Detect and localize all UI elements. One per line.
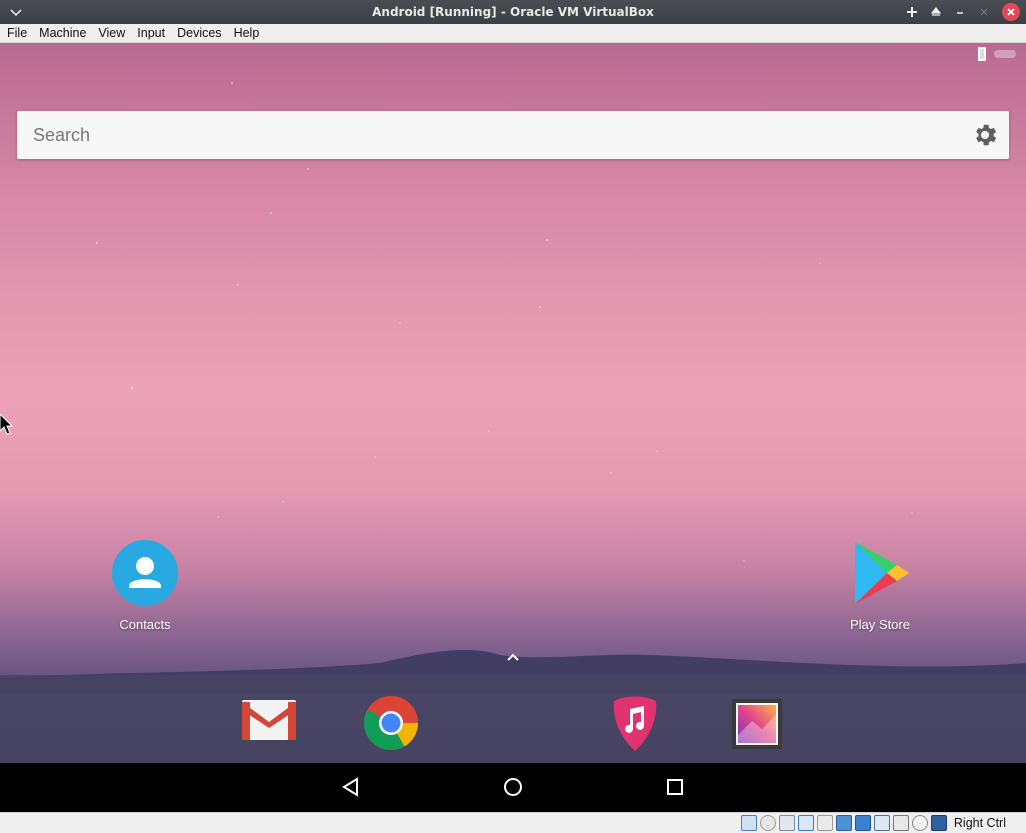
- mouse-integration-icon[interactable]: [911, 815, 928, 831]
- status-clock: [994, 50, 1016, 58]
- recent-apps-icon[interactable]: [663, 775, 687, 799]
- gear-icon[interactable]: [971, 121, 999, 149]
- mouse-cursor-icon: [0, 414, 14, 435]
- app-drawer-chevron-icon[interactable]: [505, 651, 521, 663]
- back-icon[interactable]: [339, 775, 363, 799]
- hard-disk-icon[interactable]: [740, 815, 757, 831]
- window-titlebar: Android [Running] - Oracle VM VirtualBox: [0, 0, 1026, 24]
- menu-help[interactable]: Help: [228, 24, 266, 43]
- minimize-button[interactable]: [950, 2, 970, 22]
- music-icon[interactable]: [606, 695, 664, 753]
- contacts-icon: [112, 540, 178, 606]
- vbox-status-bar: Right Ctrl: [0, 812, 1026, 833]
- menu-devices[interactable]: Devices: [171, 24, 227, 43]
- audio-icon[interactable]: [778, 815, 795, 831]
- display-icon[interactable]: [854, 815, 871, 831]
- android-status-bar: [978, 47, 1016, 61]
- search-bar[interactable]: Search: [17, 111, 1009, 159]
- play-store-icon: [855, 542, 909, 604]
- cpu-icon[interactable]: [892, 815, 909, 831]
- eject-icon: [930, 7, 942, 16]
- search-placeholder: Search: [33, 124, 91, 145]
- optical-drive-icon[interactable]: [759, 815, 776, 831]
- window-title: Android [Running] - Oracle VM VirtualBox: [372, 5, 654, 19]
- maximize-icon: [980, 8, 988, 16]
- home-icon[interactable]: [501, 775, 525, 799]
- host-key-label: Right Ctrl: [953, 816, 1006, 830]
- chrome-icon[interactable]: [362, 694, 420, 752]
- shade-button[interactable]: [926, 2, 946, 22]
- shared-folders-icon[interactable]: [835, 815, 852, 831]
- window-buttons: [902, 2, 1020, 22]
- menu-machine[interactable]: Machine: [33, 24, 92, 43]
- network-icon[interactable]: [797, 815, 814, 831]
- app-contacts[interactable]: Contacts: [85, 540, 205, 632]
- android-nav-bar: [0, 763, 1026, 812]
- android-screen[interactable]: Search Contacts Play Store: [0, 43, 1026, 812]
- close-button[interactable]: [1002, 3, 1020, 21]
- minimize-icon: [957, 12, 963, 14]
- dock: [0, 675, 1026, 763]
- menubar: File Machine View Input Devices Help: [0, 24, 1026, 43]
- keyboard-capture-icon[interactable]: [930, 815, 947, 831]
- plus-icon: [907, 7, 917, 17]
- usb-icon[interactable]: [816, 815, 833, 831]
- battery-icon: [978, 47, 986, 61]
- video-capture-icon[interactable]: [873, 815, 890, 831]
- close-icon: [1007, 8, 1015, 16]
- contacts-label: Contacts: [119, 617, 171, 632]
- pin-button[interactable]: [902, 2, 922, 22]
- gmail-icon[interactable]: [240, 698, 298, 742]
- play-store-label: Play Store: [850, 617, 910, 632]
- window-menu-icon[interactable]: [8, 4, 24, 20]
- menu-file[interactable]: File: [0, 24, 33, 43]
- maximize-button[interactable]: [974, 2, 994, 22]
- menu-input[interactable]: Input: [131, 24, 171, 43]
- menu-view[interactable]: View: [92, 24, 131, 43]
- app-play-store[interactable]: Play Store: [820, 540, 940, 632]
- gallery-icon[interactable]: [728, 695, 786, 753]
